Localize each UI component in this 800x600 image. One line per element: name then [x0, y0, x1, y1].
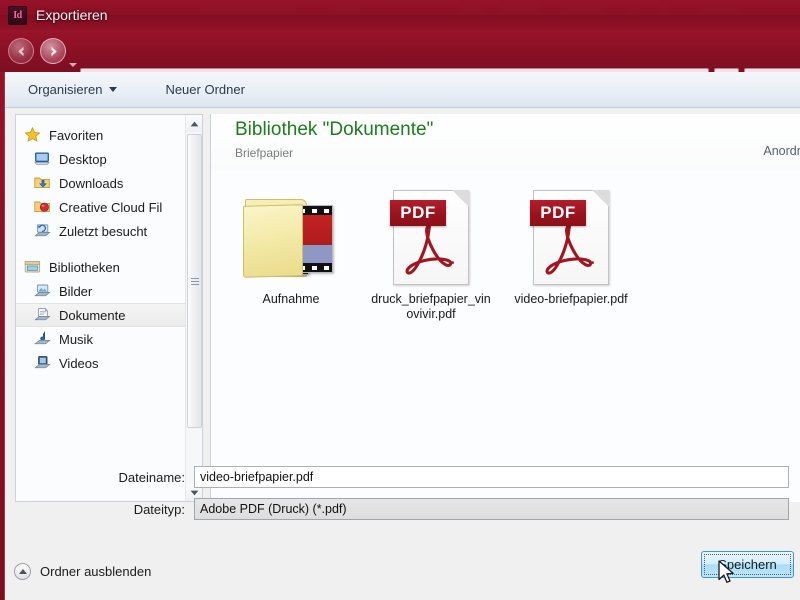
arrow-left-icon [17, 46, 24, 56]
save-button[interactable]: Speichern [701, 551, 794, 578]
scroll-up-button[interactable] [186, 115, 202, 132]
file-name: Aufnahme [262, 292, 320, 306]
pictures-library-icon [34, 283, 52, 299]
sidebar-item-downloads[interactable]: Downloads [16, 171, 202, 195]
organize-button[interactable]: Organisieren [19, 77, 126, 102]
sidebar-item-label: Creative Cloud Fil [59, 199, 163, 215]
creative-cloud-folder-icon [34, 199, 52, 215]
hide-folders-button[interactable]: Ordner ausblenden [14, 563, 151, 580]
new-folder-button[interactable]: Neuer Ordner [156, 77, 253, 102]
library-title: Bibliothek "Dokumente" [235, 119, 434, 140]
file-items-container: Aufnahme PDF druck_briefpapier_vinovivir… [221, 174, 641, 322]
file-name: video-briefpapier.pdf [514, 292, 628, 306]
explorer-toolbar: Organisieren Neuer Ordner [5, 72, 800, 108]
chevron-down-icon [109, 87, 118, 92]
pdf-badge: PDF [530, 200, 586, 226]
filetype-label: Dateityp: [133, 501, 185, 517]
navigation-tree: Favoriten Desktop Downloads Creative Clo… [16, 115, 202, 375]
star-icon [24, 126, 42, 143]
sidebar-group-label: Bibliotheken [49, 259, 120, 275]
sidebar-item-creative-cloud-files[interactable]: Creative Cloud Fil [16, 195, 202, 219]
videos-library-icon [34, 355, 52, 371]
filename-row: Dateiname: video-briefpapier.pdf [85, 466, 789, 488]
back-button[interactable] [8, 38, 34, 64]
scrollbar-grip-icon [190, 276, 199, 287]
library-subtitle: Briefpapier [235, 146, 294, 160]
file-icon-wrap: PDF [530, 180, 609, 285]
sidebar-item-dokumente[interactable]: Dokumente [16, 303, 202, 327]
sidebar-item-musik[interactable]: Musik [16, 327, 202, 351]
library-header: Bibliothek "Dokumente" Briefpapier Anord… [211, 114, 800, 171]
navigation-pane[interactable]: Favoriten Desktop Downloads Creative Clo… [15, 114, 203, 502]
caret-up-icon [190, 121, 198, 126]
sidebar-item-desktop[interactable]: Desktop [16, 147, 202, 171]
dialog-titlebar[interactable]: Id Exportieren [0, 0, 800, 30]
music-library-icon [34, 331, 52, 347]
acrobat-logo-icon [545, 224, 594, 275]
sidebar-item-label: Dokumente [59, 307, 126, 323]
arrange-by-label[interactable]: Anordnen n [763, 144, 800, 158]
filename-input[interactable]: video-briefpapier.pdf [194, 466, 789, 488]
sidebar-item-label: Downloads [59, 175, 124, 191]
file-icon-wrap: PDF [390, 180, 469, 285]
organize-label: Organisieren [28, 82, 103, 97]
file-name: druck_briefpapier_vinovivir.pdf [371, 292, 491, 321]
history-dropdown-icon[interactable] [69, 63, 77, 67]
save-button-label: Speichern [718, 557, 777, 572]
file-icon-wrap [243, 180, 339, 285]
video-folder-icon [243, 193, 339, 285]
indesign-icon: Id [8, 5, 27, 25]
sidebar-item-label: Videos [59, 355, 99, 371]
navigation-strip: « Aufnahmen Frische Print-Layouts in InD… [0, 30, 800, 94]
arrow-right-icon [50, 46, 57, 56]
filename-value: video-briefpapier.pdf [200, 470, 314, 484]
new-folder-label: Neuer Ordner [165, 82, 245, 97]
file-list-pane[interactable]: Bibliothek "Dokumente" Briefpapier Anord… [210, 114, 800, 502]
sidebar-item-bilder[interactable]: Bilder [16, 279, 202, 303]
documents-library-icon [34, 307, 52, 323]
sidebar-item-label: Zuletzt besucht [59, 223, 148, 239]
dialog-body: Organisieren Neuer Ordner Favoriten Desk… [4, 72, 800, 600]
downloads-folder-icon [34, 175, 52, 191]
chevron-up-icon [14, 563, 31, 580]
sidebar-item-recent-places[interactable]: Zuletzt besucht [16, 219, 202, 243]
pdf-file-icon: PDF [530, 190, 609, 285]
filetype-select[interactable]: Adobe PDF (Druck) (*.pdf) [194, 498, 789, 520]
sidebar-group-favoriten[interactable]: Favoriten [16, 123, 202, 147]
desktop-icon [34, 151, 52, 167]
libraries-icon [24, 259, 42, 275]
recent-places-icon [34, 223, 52, 239]
sidebar-item-label: Desktop [59, 151, 107, 167]
pdf-badge: PDF [390, 200, 446, 226]
forward-button[interactable] [40, 38, 66, 64]
sidebar-scrollbar[interactable] [185, 115, 202, 501]
sidebar-item-label: Musik [59, 331, 93, 347]
scrollbar-thumb[interactable] [187, 134, 202, 428]
file-item[interactable]: PDF video-briefpapier.pdf [501, 174, 641, 322]
sidebar-group-label: Favoriten [49, 127, 104, 143]
sidebar-item-label: Bilder [59, 283, 93, 299]
sidebar-group-bibliotheken[interactable]: Bibliotheken [16, 255, 202, 279]
filetype-row: Dateityp: Adobe PDF (Druck) (*.pdf) [85, 498, 789, 520]
file-item[interactable]: Aufnahme [221, 174, 361, 322]
dialog-title: Exportieren [36, 7, 108, 23]
acrobat-logo-icon [405, 224, 454, 275]
sidebar-item-videos[interactable]: Videos [16, 351, 202, 375]
export-save-dialog: Id Exportieren « Aufnahmen Frische Print… [0, 0, 800, 600]
file-item[interactable]: PDF druck_briefpapier_vinovivir.pdf [361, 174, 501, 322]
hide-folders-label: Ordner ausblenden [40, 564, 152, 579]
filetype-value: Adobe PDF (Druck) (*.pdf) [200, 502, 347, 516]
filename-label: Dateiname: [118, 469, 185, 485]
pdf-file-icon: PDF [390, 190, 469, 285]
caret-down-icon [190, 490, 198, 495]
